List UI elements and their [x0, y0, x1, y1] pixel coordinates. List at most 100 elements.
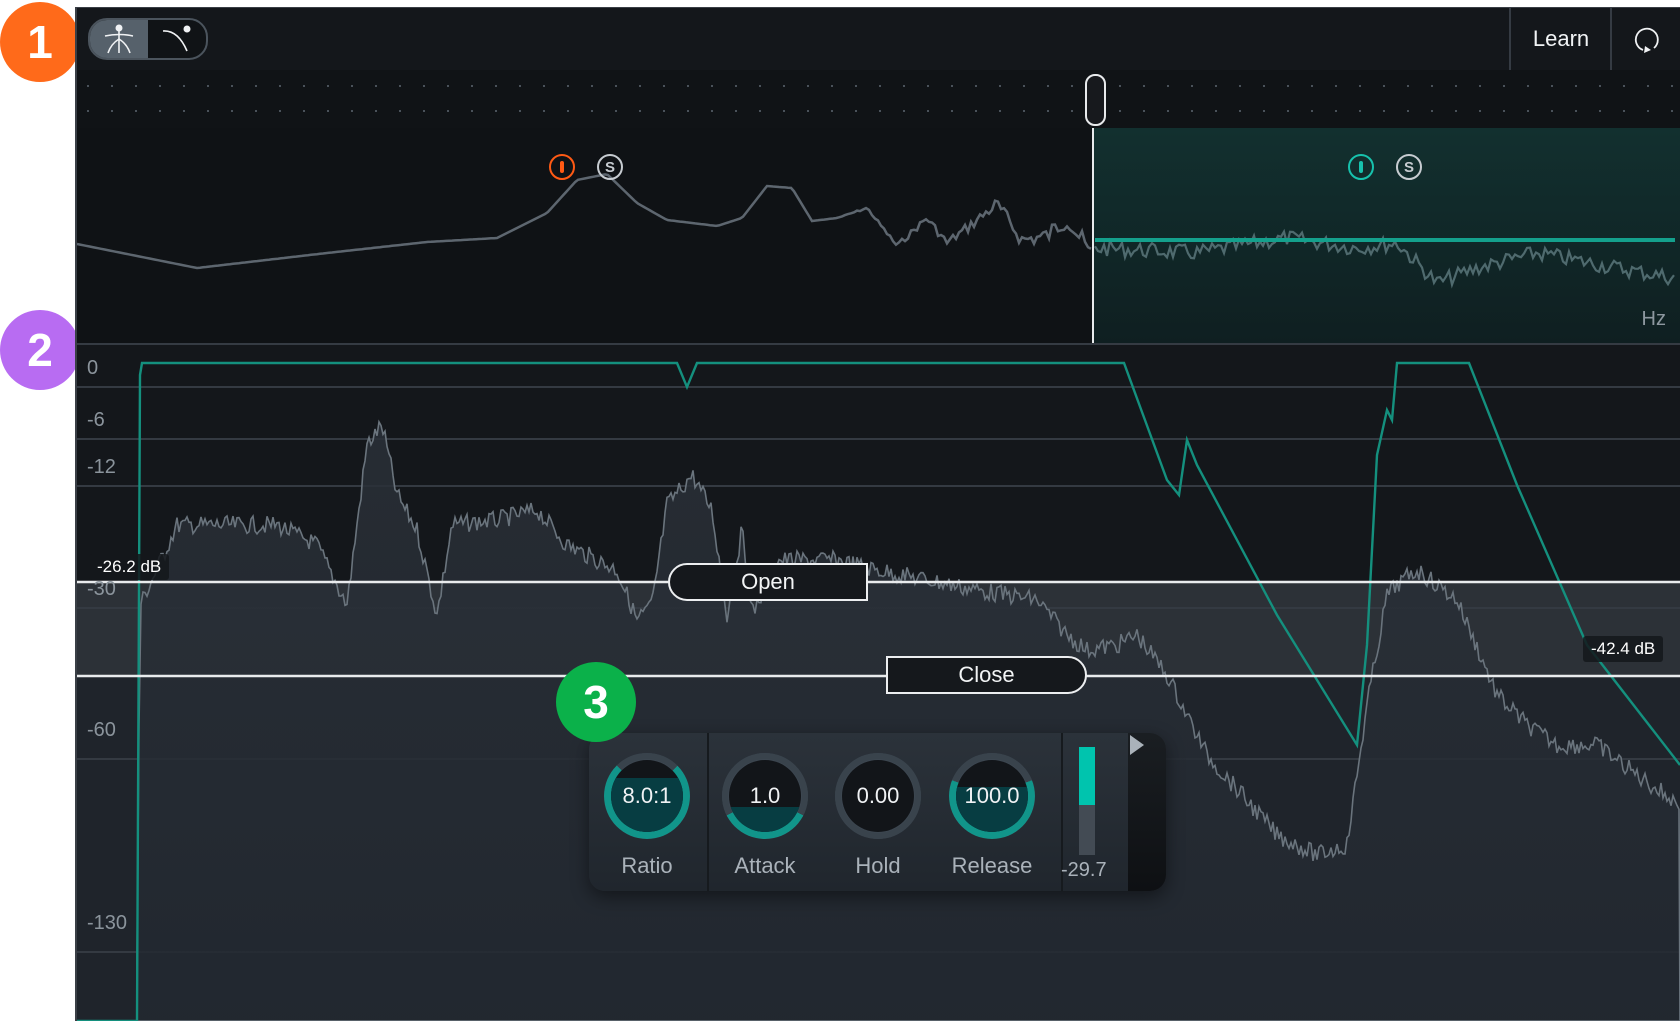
grid-dot — [1527, 110, 1529, 112]
grid-dot — [807, 110, 809, 112]
crossover-line[interactable] — [1092, 128, 1094, 343]
grid-dot — [615, 110, 617, 112]
release-label: Release — [951, 853, 1033, 878]
hold-control: 0.00 Hold — [828, 753, 928, 879]
level-meter — [1079, 747, 1095, 855]
gate-plugin-panel: Learn S S Hz 0 -6 -12 -30 -60 -130 -26.2… — [75, 7, 1680, 1021]
attack-label: Attack — [734, 853, 796, 878]
grid-dot — [1599, 110, 1601, 112]
badge-number: 3 — [583, 676, 609, 728]
ratio-label: Ratio — [621, 853, 673, 878]
attack-control: 1.0 Attack — [715, 753, 815, 879]
grid-dot — [1143, 85, 1145, 87]
learn-button[interactable]: Learn — [1509, 8, 1611, 70]
release-knob[interactable]: 100.0 — [949, 753, 1035, 839]
mode-toggle[interactable] — [88, 18, 208, 60]
gain-reduction-display[interactable]: 0 -6 -12 -30 -60 -130 -26.2 dB -42.4 dB … — [77, 345, 1680, 1021]
gate-controls-panel: 8.0:1 Ratio 1.0 Attack 0.00 Hold 100.0 R… — [589, 733, 1166, 891]
grid-dot — [231, 110, 233, 112]
grid-dot — [1215, 85, 1217, 87]
grid-dot — [135, 110, 137, 112]
solo-icon: S — [1403, 158, 1414, 176]
grid-dot — [1167, 85, 1169, 87]
grid-dot — [999, 110, 1001, 112]
grid-dot — [639, 85, 641, 87]
crossover-strip[interactable] — [77, 70, 1680, 130]
grid-dot — [111, 85, 113, 87]
grid-dot — [855, 110, 857, 112]
release-value: 100.0 — [964, 783, 1020, 808]
grid-dot — [351, 85, 353, 87]
hold-knob[interactable]: 0.00 — [835, 753, 921, 839]
db-label-0: 0 — [87, 357, 99, 379]
grid-dot — [519, 110, 521, 112]
callout-badge-3: 3 — [556, 662, 636, 742]
grid-dot — [663, 110, 665, 112]
spectrum-display[interactable]: S S Hz — [77, 128, 1680, 345]
close-threshold-handle[interactable]: Close — [886, 656, 1087, 694]
spectrum-svg — [77, 173, 1675, 289]
hz-axis-label: Hz — [1641, 308, 1666, 330]
hold-label: Hold — [855, 853, 901, 878]
grid-dot — [927, 85, 929, 87]
play-right-icon — [1130, 735, 1144, 755]
grid-dot — [1455, 85, 1457, 87]
grid-dot — [1551, 110, 1553, 112]
grid-dot — [375, 110, 377, 112]
expand-panel-button[interactable] — [1128, 733, 1166, 891]
grid-dot — [303, 85, 305, 87]
grid-dot — [231, 85, 233, 87]
grid-dot — [207, 85, 209, 87]
grid-dot — [1311, 110, 1313, 112]
grid-dot — [183, 110, 185, 112]
toolbar: Learn — [77, 8, 1680, 72]
grid-dot — [1167, 110, 1169, 112]
high-band-power-button[interactable] — [1348, 154, 1374, 180]
grid-dot — [1023, 85, 1025, 87]
attack-knob[interactable]: 1.0 — [722, 753, 808, 839]
grid-dot — [519, 85, 521, 87]
grid-dot — [567, 85, 569, 87]
mode-curve-button[interactable] — [148, 20, 206, 58]
grid-dot — [1623, 110, 1625, 112]
grid-dot — [1431, 85, 1433, 87]
grid-dot — [1359, 110, 1361, 112]
grid-dot — [759, 110, 761, 112]
grid-dot — [1023, 110, 1025, 112]
grid-dot — [1119, 85, 1121, 87]
grid-dot — [1551, 85, 1553, 87]
badge-number: 2 — [27, 324, 53, 376]
crossover-handle[interactable] — [1085, 74, 1106, 126]
grid-dot — [471, 85, 473, 87]
grid-dot — [735, 85, 737, 87]
grid-dot — [759, 85, 761, 87]
mode-dynamic-button[interactable] — [90, 20, 148, 58]
grid-dot — [903, 110, 905, 112]
open-threshold-handle[interactable]: Open — [668, 563, 868, 601]
attack-value: 1.0 — [749, 783, 781, 808]
ratio-knob[interactable]: 8.0:1 — [604, 753, 690, 839]
grid-dot — [1287, 85, 1289, 87]
power-icon — [1359, 161, 1363, 173]
grid-dot — [399, 110, 401, 112]
refresh-button[interactable] — [1610, 8, 1680, 70]
grid-dot — [303, 110, 305, 112]
grid-dot — [807, 85, 809, 87]
grid-dot — [687, 85, 689, 87]
high-band-solo-button[interactable]: S — [1396, 154, 1422, 180]
grid-dot — [375, 85, 377, 87]
low-band-power-button[interactable] — [549, 154, 575, 180]
grid-dot — [423, 110, 425, 112]
grid-dot — [1455, 110, 1457, 112]
low-band-solo-button[interactable]: S — [597, 154, 623, 180]
dynamic-figure-icon — [104, 24, 134, 54]
grid-dot — [1239, 85, 1241, 87]
grid-dot — [879, 85, 881, 87]
grid-dot — [951, 85, 953, 87]
grid-dot — [1335, 110, 1337, 112]
grid-dot — [279, 110, 281, 112]
curve-dot-icon — [162, 25, 191, 52]
grid-dot — [687, 110, 689, 112]
waveform-area — [136, 419, 1680, 1021]
callout-badge-2: 2 — [0, 310, 80, 390]
